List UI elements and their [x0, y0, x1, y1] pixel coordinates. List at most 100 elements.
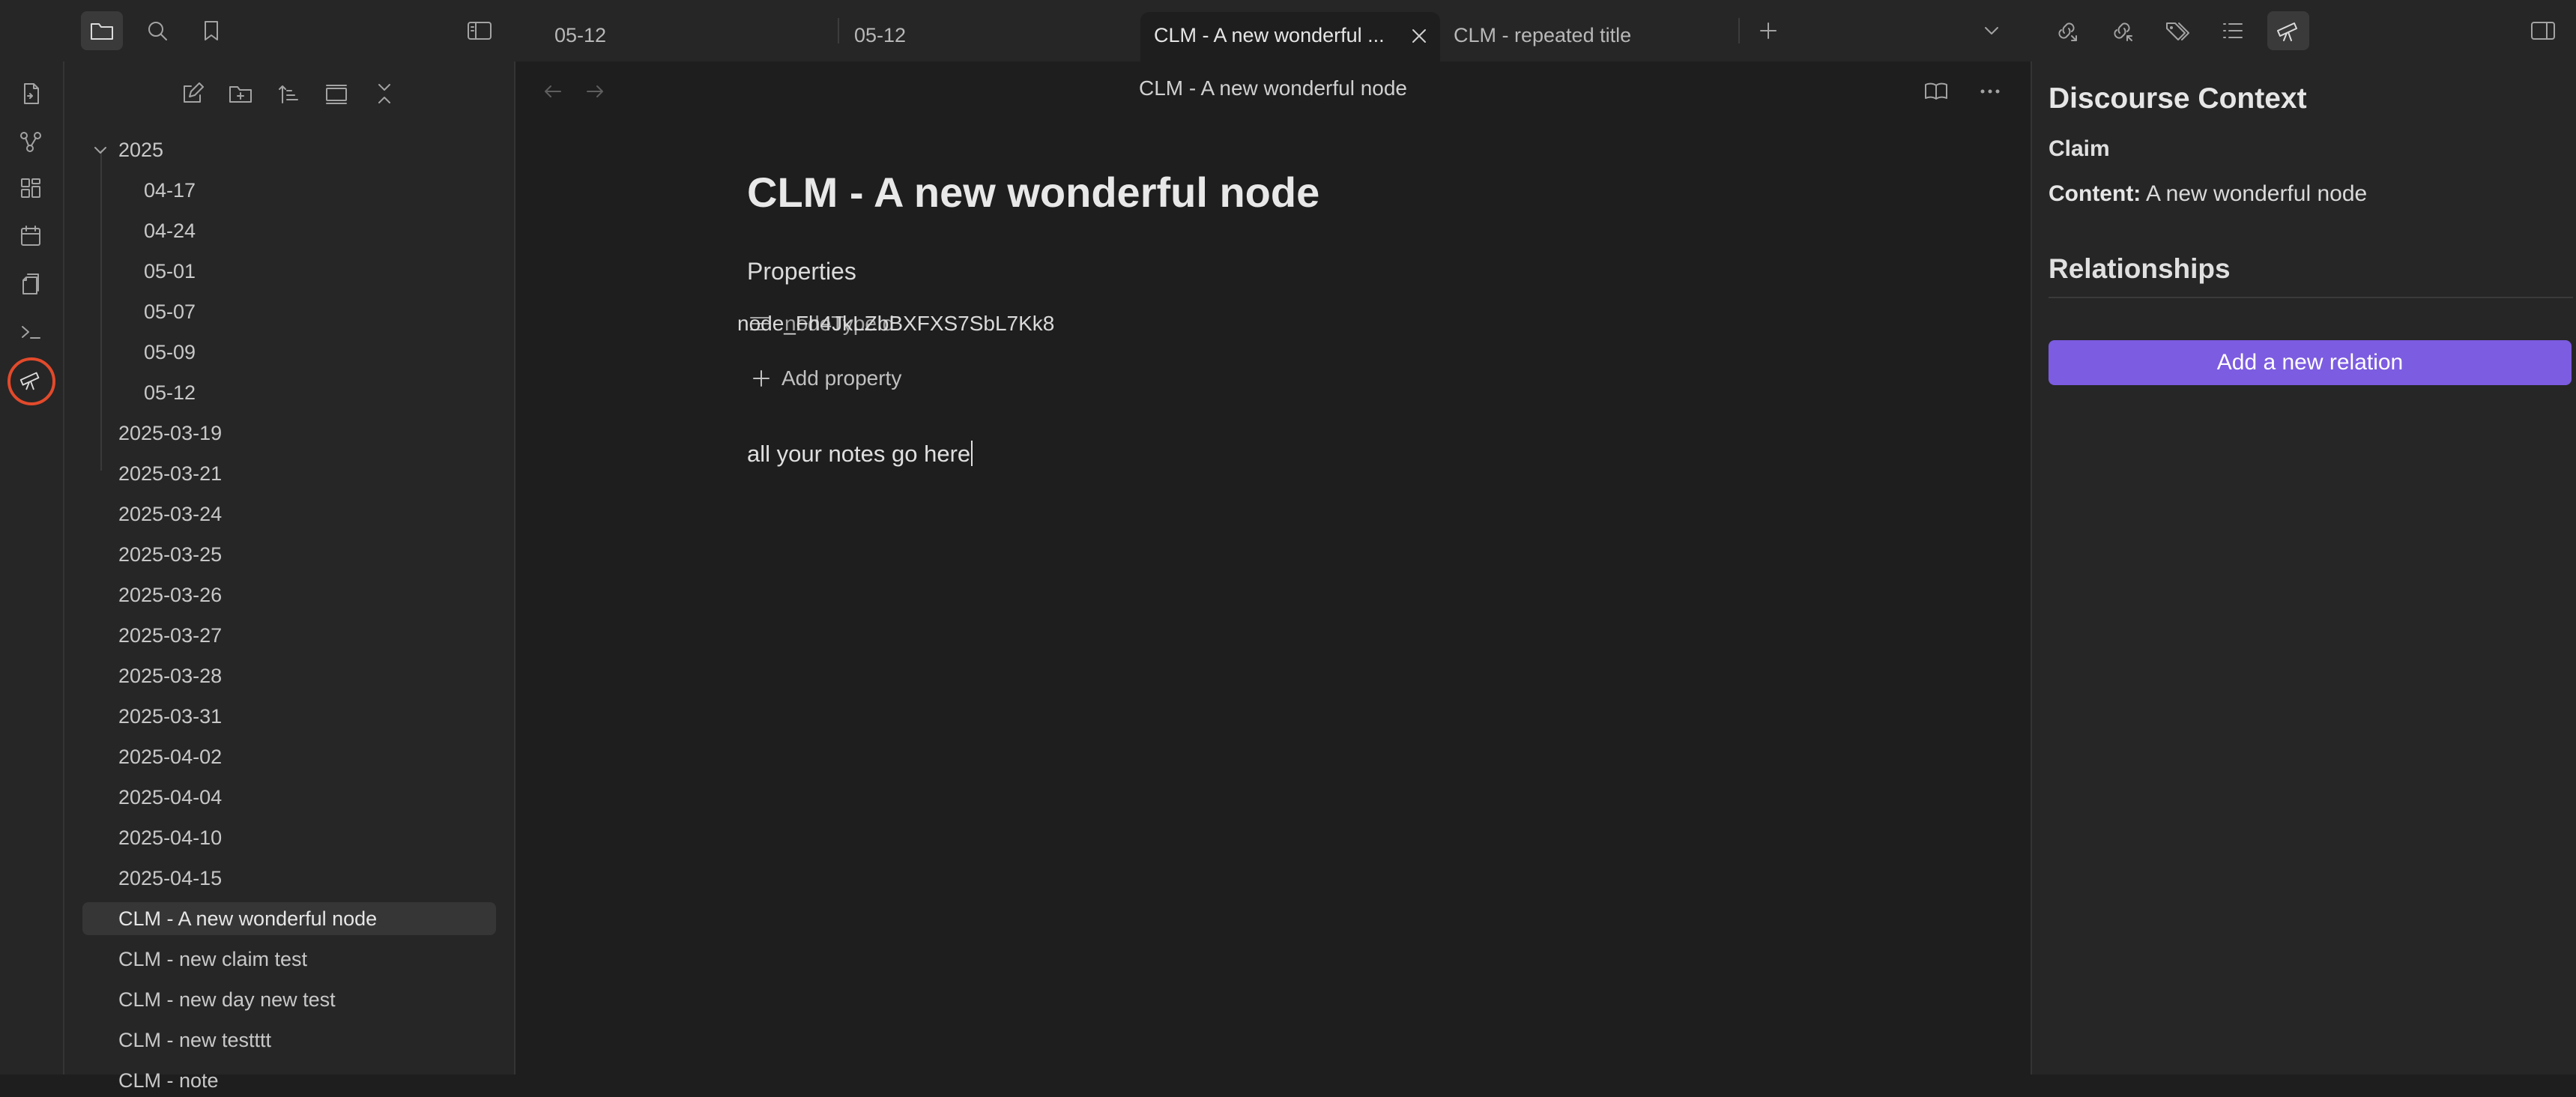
tab-separator: [1738, 18, 1740, 43]
sidebar-toggle-icon: [468, 22, 492, 40]
new-note-button[interactable]: [174, 75, 211, 112]
file-row[interactable]: 2025-03-21: [82, 457, 496, 490]
outline-button[interactable]: [2212, 11, 2254, 50]
tags-button[interactable]: [2156, 11, 2198, 50]
file-row[interactable]: 2025-04-02: [82, 740, 496, 773]
reading-view-icon[interactable]: [1921, 76, 1951, 106]
sort-icon: [279, 85, 298, 103]
outgoing-links-icon: [2058, 22, 2077, 41]
add-property-label: Add property: [781, 366, 902, 390]
tree-item-label: 2025-03-31: [118, 705, 223, 728]
tab-clm-repeated-title[interactable]: CLM - repeated title: [1440, 12, 1740, 61]
templates-button[interactable]: [10, 264, 51, 304]
tree-item-label: 05-01: [144, 260, 196, 282]
file-row[interactable]: 2025-04-15: [82, 862, 496, 895]
discourse-context-panel: Discourse Context Claim Content: A new w…: [2031, 61, 2576, 1075]
tree-item-label: CLM - A new wonderful node: [118, 907, 378, 930]
file-explorer: 2025 04-17 04-24 05-01 05-07 05-09 05-12 2025-0…: [64, 61, 515, 1092]
folder-row[interactable]: 2025: [82, 133, 496, 166]
daily-note-button[interactable]: [10, 216, 51, 256]
file-row[interactable]: 2025-03-26: [82, 578, 496, 611]
file-row[interactable]: 2025-03-31: [82, 700, 496, 733]
graph-view-button[interactable]: [10, 121, 51, 162]
discourse-context-button[interactable]: [2267, 11, 2309, 50]
quick-switcher-button[interactable]: [10, 73, 51, 114]
file-row[interactable]: 2025-03-28: [82, 659, 496, 692]
editor-pane: CLM - A new wonderful node CLM - A new w…: [515, 61, 2031, 1075]
tab-clm-a-new-wonderful-node[interactable]: CLM - A new wonderful ...: [1140, 12, 1440, 61]
file-row[interactable]: CLM - new claim test: [82, 943, 496, 976]
new-folder-button[interactable]: [222, 75, 259, 112]
file-row[interactable]: 2025-03-24: [82, 498, 496, 531]
file-row[interactable]: 04-17: [82, 174, 496, 207]
toggle-right-sidebar-button[interactable]: [2522, 11, 2564, 50]
auto-reveal-button[interactable]: [318, 75, 355, 112]
panel-title: Discourse Context: [2049, 82, 2307, 115]
text-cursor: [971, 441, 973, 466]
file-row[interactable]: 05-09: [82, 336, 496, 369]
tab-list-button[interactable]: [1971, 11, 2013, 50]
note-title[interactable]: CLM - A new wonderful node: [747, 168, 1319, 217]
properties-heading[interactable]: Properties: [747, 258, 856, 285]
file-row[interactable]: 05-12: [82, 376, 496, 409]
close-icon[interactable]: [1409, 25, 1430, 46]
tree-item-label: CLM - new claim test: [118, 948, 308, 970]
bookmarks-button[interactable]: [190, 11, 232, 50]
chevron-down-icon[interactable]: [91, 141, 109, 159]
canvas-button[interactable]: [10, 168, 51, 208]
collapse-all-button[interactable]: [366, 75, 403, 112]
tab-05-12-b[interactable]: 05-12: [841, 12, 1125, 61]
tree-item-label: CLM - new testttt: [118, 1029, 272, 1051]
open-quick-switcher-icon: [24, 83, 39, 104]
tab-label: 05-12: [854, 24, 907, 46]
file-row[interactable]: 05-01: [82, 255, 496, 288]
view-header-title[interactable]: CLM - A new wonderful node: [515, 76, 2031, 100]
outgoing-links-button[interactable]: [2046, 11, 2087, 50]
note-body[interactable]: all your notes go here: [747, 441, 973, 468]
ribbon: [0, 61, 64, 1075]
more-options-icon[interactable]: [1975, 76, 2005, 106]
content-label: Content:: [2049, 181, 2141, 206]
tree-item-label: 2025-03-21: [118, 462, 223, 485]
property-value[interactable]: node_Fh4JkLZbBXFXS7SbL7Kk8: [737, 312, 1054, 336]
file-row[interactable]: CLM - new day new test: [82, 983, 496, 1016]
new-folder-icon: [229, 86, 252, 103]
file-row[interactable]: CLM - new testttt: [82, 1024, 496, 1057]
file-row[interactable]: 2025-04-04: [82, 781, 496, 814]
file-explorer-button[interactable]: [81, 11, 123, 50]
bookmark-icon: [205, 21, 218, 40]
tree-item-label: 2025-03-27: [118, 624, 223, 647]
file-row[interactable]: 2025-03-27: [82, 619, 496, 652]
change-sort-order-button[interactable]: [270, 75, 307, 112]
toggle-left-sidebar-button[interactable]: [459, 11, 501, 50]
file-row[interactable]: CLM - note: [82, 1064, 496, 1097]
divider: [2049, 297, 2573, 298]
tree-item-label: 04-24: [144, 220, 196, 242]
node-content: Content: A new wonderful node: [2049, 181, 2367, 207]
file-row[interactable]: 04-24: [82, 214, 496, 247]
tab-label: 05-12: [554, 24, 607, 46]
new-note-icon: [184, 82, 204, 103]
new-tab-button[interactable]: [1747, 11, 1789, 50]
highlight-ring: [7, 357, 55, 405]
file-row[interactable]: CLM - A new wonderful node: [82, 902, 496, 935]
tree-item-label: CLM - note: [118, 1069, 219, 1092]
folder-icon: [91, 23, 113, 40]
tree-item-label: 2025-03-24: [118, 503, 223, 525]
add-property-button[interactable]: Add property: [750, 360, 901, 397]
file-row[interactable]: 2025-04-10: [82, 821, 496, 854]
tree-item-label: 2025-03-28: [118, 665, 223, 687]
file-row[interactable]: 2025-03-25: [82, 538, 496, 571]
backlinks-button[interactable]: [2101, 11, 2143, 50]
tree-item-label: 2025-03-26: [118, 584, 223, 606]
file-row[interactable]: 2025-03-19: [82, 417, 496, 450]
tree-item-label: 2025-04-15: [118, 867, 223, 889]
add-relation-button[interactable]: Add a new relation: [2049, 340, 2572, 385]
collapse-all-icon: [378, 84, 390, 103]
command-palette-icon: [22, 326, 40, 339]
title-bar: 05-12 05-12 CLM - A new wonderful ... CL…: [0, 0, 2576, 61]
search-button[interactable]: [136, 11, 178, 50]
command-palette-button[interactable]: [10, 312, 51, 352]
file-row[interactable]: 05-07: [82, 295, 496, 328]
tab-05-12-a[interactable]: 05-12: [541, 12, 826, 61]
